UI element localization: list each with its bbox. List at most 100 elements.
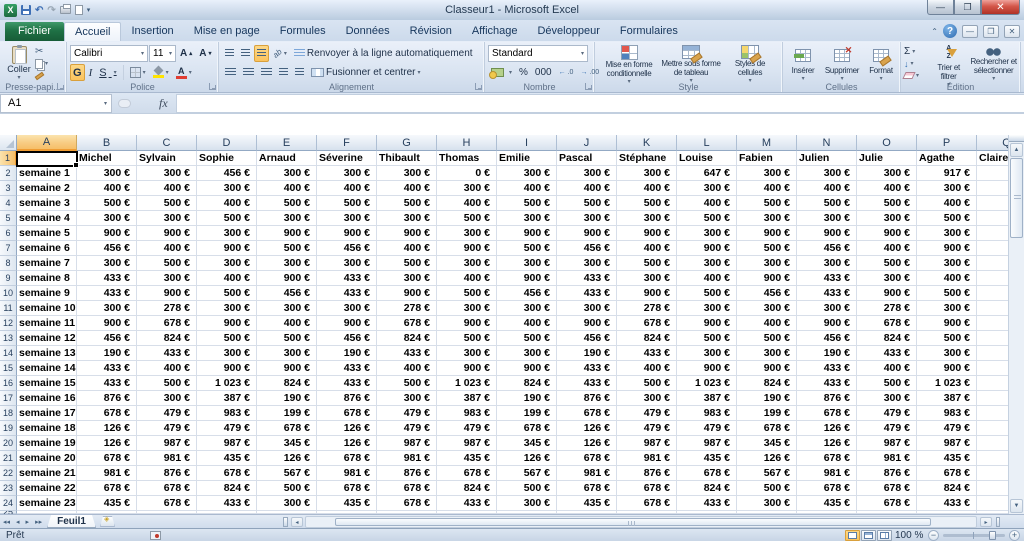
cell-L22[interactable]: 678 € [677, 466, 737, 481]
cell-O2[interactable]: 300 € [857, 166, 917, 181]
cell-C24[interactable]: 678 € [137, 496, 197, 511]
column-header-J[interactable]: J [557, 135, 617, 151]
cell-G6[interactable]: 900 € [377, 226, 437, 241]
cell-H11[interactable]: 300 € [437, 301, 497, 316]
merge-center-button[interactable]: Fusionner et centrer▾ [308, 64, 424, 81]
cell-I3[interactable]: 400 € [497, 181, 557, 196]
cell-M17[interactable]: 190 € [737, 391, 797, 406]
cell-F10[interactable]: 433 € [317, 286, 377, 301]
row-header-16[interactable]: 16 [0, 376, 17, 391]
cell-M4[interactable]: 500 € [737, 196, 797, 211]
cell-M8[interactable]: 300 € [737, 256, 797, 271]
zoom-level[interactable]: 100 % [895, 529, 923, 541]
cell-K11[interactable]: 278 € [617, 301, 677, 316]
cell-G1[interactable]: Thibault [377, 151, 437, 166]
cell-I6[interactable]: 900 € [497, 226, 557, 241]
tab-scroll-splitter[interactable] [283, 517, 288, 527]
cell-O9[interactable]: 300 € [857, 271, 917, 286]
sheet-tab-feuil1[interactable]: Feuil1 [47, 515, 96, 528]
cell-G8[interactable]: 500 € [377, 256, 437, 271]
cell-G9[interactable]: 300 € [377, 271, 437, 286]
cell-O16[interactable]: 500 € [857, 376, 917, 391]
cell-F7[interactable]: 456 € [317, 241, 377, 256]
cell-J6[interactable]: 900 € [557, 226, 617, 241]
cell-E14[interactable]: 300 € [257, 346, 317, 361]
column-header-H[interactable]: H [437, 135, 497, 151]
orientation-button[interactable]: ab▾ [270, 45, 290, 62]
cell-L17[interactable]: 387 € [677, 391, 737, 406]
cell-J22[interactable]: 981 € [557, 466, 617, 481]
cell-E17[interactable]: 190 € [257, 391, 317, 406]
cell-H1[interactable]: Thomas [437, 151, 497, 166]
print-button[interactable] [60, 3, 71, 17]
cell-D15[interactable]: 900 € [197, 361, 257, 376]
cell-K20[interactable]: 987 € [617, 436, 677, 451]
save-button[interactable] [21, 3, 31, 17]
format-painter-button[interactable] [35, 70, 61, 81]
cell-M3[interactable]: 400 € [737, 181, 797, 196]
decrease-indent-button[interactable] [276, 64, 291, 81]
cell-N8[interactable]: 300 € [797, 256, 857, 271]
insert-worksheet-button[interactable] [100, 516, 115, 527]
cell-D11[interactable]: 300 € [197, 301, 257, 316]
cell-F17[interactable]: 876 € [317, 391, 377, 406]
cell-N14[interactable]: 190 € [797, 346, 857, 361]
cell-A1[interactable] [17, 151, 77, 166]
cell-P10[interactable]: 500 € [917, 286, 977, 301]
font-name-select[interactable]: Calibri▾ [70, 45, 148, 62]
cell-O14[interactable]: 433 € [857, 346, 917, 361]
cell-L6[interactable]: 300 € [677, 226, 737, 241]
cell-A11[interactable]: semaine 10 [17, 301, 77, 316]
accounting-format-button[interactable]: ▾ [488, 64, 515, 81]
cell-B12[interactable]: 900 € [77, 316, 137, 331]
cell-L5[interactable]: 500 € [677, 211, 737, 226]
cell-I19[interactable]: 678 € [497, 421, 557, 436]
cell-H10[interactable]: 500 € [437, 286, 497, 301]
cell-C6[interactable]: 900 € [137, 226, 197, 241]
cell-J7[interactable]: 456 € [557, 241, 617, 256]
row-header-13[interactable]: 13 [0, 331, 17, 346]
vertical-split-handle[interactable] [1009, 135, 1024, 142]
cell-Q3[interactable] [977, 181, 1008, 196]
cell-J9[interactable]: 433 € [557, 271, 617, 286]
minimize-ribbon-icon[interactable]: ⌃ [931, 27, 938, 36]
cell-H4[interactable]: 400 € [437, 196, 497, 211]
copy-button[interactable]: ▾ [35, 58, 61, 69]
cell-K18[interactable]: 479 € [617, 406, 677, 421]
cell-Q15[interactable] [977, 361, 1008, 376]
page-break-view-button[interactable] [877, 530, 892, 541]
row-header-21[interactable]: 21 [0, 451, 17, 466]
cell-G5[interactable]: 300 € [377, 211, 437, 226]
cell-C9[interactable]: 300 € [137, 271, 197, 286]
cell-O7[interactable]: 400 € [857, 241, 917, 256]
zoom-slider-track[interactable] [943, 534, 1005, 537]
cell-J4[interactable]: 500 € [557, 196, 617, 211]
cell-K4[interactable]: 500 € [617, 196, 677, 211]
cell-P13[interactable]: 500 € [917, 331, 977, 346]
cell-O20[interactable]: 987 € [857, 436, 917, 451]
cell-N1[interactable]: Julien [797, 151, 857, 166]
column-header-E[interactable]: E [257, 135, 317, 151]
cell-M2[interactable]: 300 € [737, 166, 797, 181]
cell-I16[interactable]: 824 € [497, 376, 557, 391]
cell-J10[interactable]: 433 € [557, 286, 617, 301]
cell-G22[interactable]: 876 € [377, 466, 437, 481]
cell-Q21[interactable] [977, 451, 1008, 466]
cell-H13[interactable]: 500 € [437, 331, 497, 346]
cell-C15[interactable]: 400 € [137, 361, 197, 376]
cell-B21[interactable]: 678 € [77, 451, 137, 466]
cell-B24[interactable]: 435 € [77, 496, 137, 511]
cell-P20[interactable]: 987 € [917, 436, 977, 451]
cell-E22[interactable]: 567 € [257, 466, 317, 481]
cell-F11[interactable]: 300 € [317, 301, 377, 316]
cell-A2[interactable]: semaine 1 [17, 166, 77, 181]
minimize-button[interactable]: — [927, 0, 954, 15]
row-header-4[interactable]: 4 [0, 196, 17, 211]
cell-A7[interactable]: semaine 6 [17, 241, 77, 256]
tab-formulaires[interactable]: Formulaires [610, 22, 688, 41]
cell-O1[interactable]: Julie [857, 151, 917, 166]
page-layout-view-button[interactable] [861, 530, 876, 541]
row-header-17[interactable]: 17 [0, 391, 17, 406]
cell-B15[interactable]: 433 € [77, 361, 137, 376]
cell-A17[interactable]: semaine 16 [17, 391, 77, 406]
